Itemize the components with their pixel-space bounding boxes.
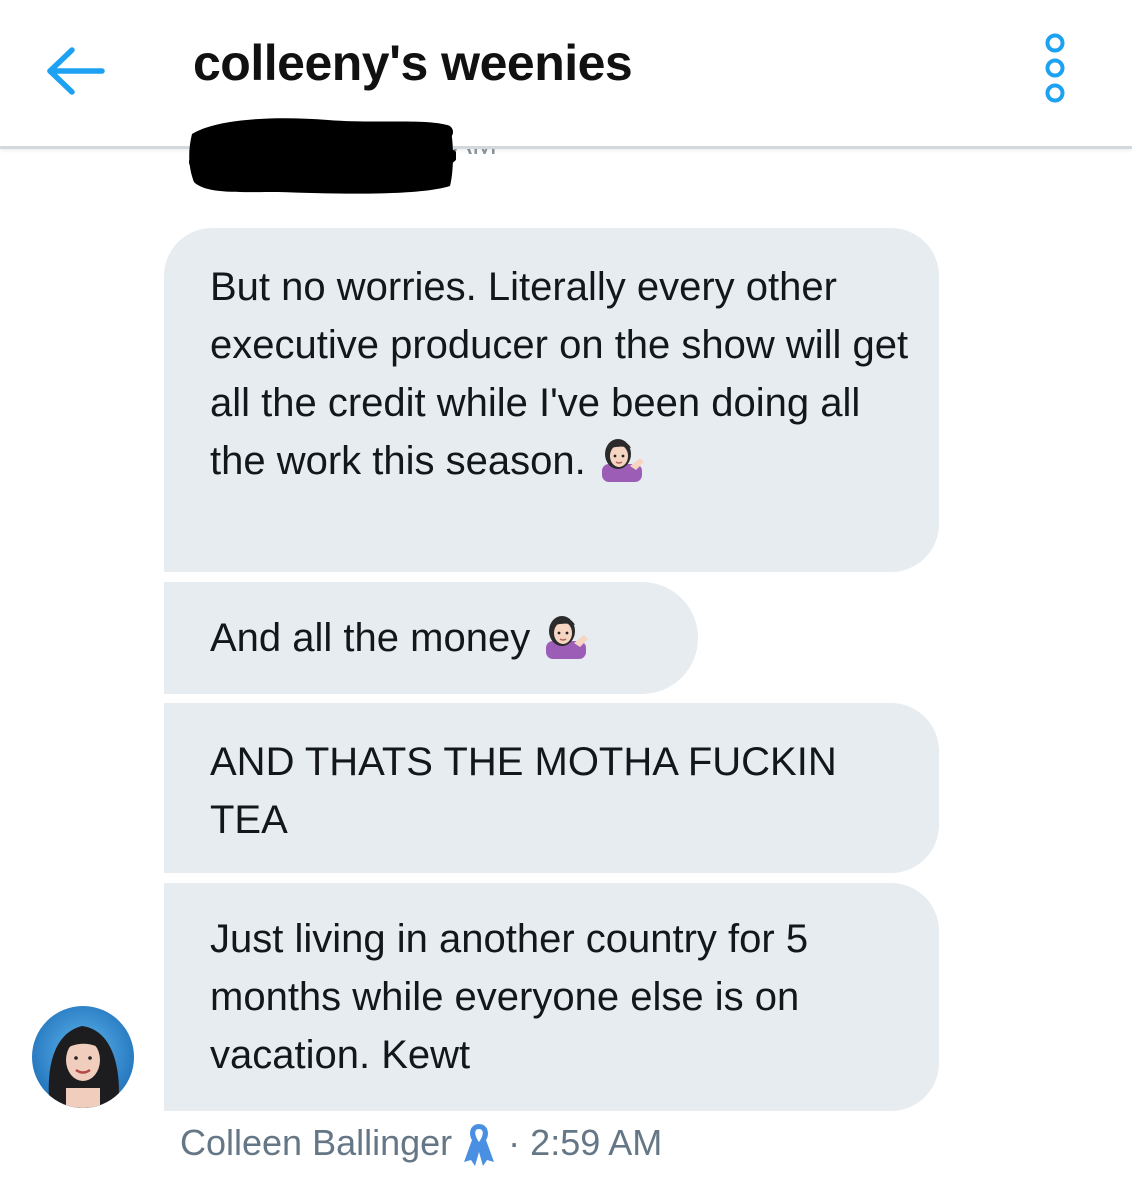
message-text: Just living in another country for 5 mon… — [210, 917, 809, 1077]
back-button[interactable] — [44, 46, 106, 96]
message-text: And all the money — [210, 616, 531, 660]
message-bubble[interactable]: Just living in another country for 5 mon… — [164, 883, 939, 1111]
arrow-left-icon — [47, 47, 105, 95]
message-text: But no worries. Literally every other ex… — [210, 265, 909, 483]
message-bubble[interactable]: And all the money — [164, 582, 698, 694]
conversation-header: colleeny's weenies — [0, 0, 1132, 149]
woman-tipping-hand-emoji — [546, 616, 589, 659]
more-options-button[interactable] — [1040, 32, 1070, 104]
message-text: AND THATS THE MOTHA FUCKIN TEA — [210, 740, 837, 842]
sender-avatar[interactable] — [32, 1006, 134, 1108]
redaction-scribble — [189, 118, 456, 194]
more-options-icon — [1045, 33, 1065, 103]
meta-separator: · — [508, 1122, 521, 1163]
sender-name[interactable]: Colleen Ballinger — [180, 1122, 452, 1164]
message-bubble[interactable]: But no worries. Literally every other ex… — [164, 228, 939, 572]
woman-tipping-hand-emoji — [601, 439, 644, 482]
message-time: 2:59 AM — [530, 1122, 663, 1163]
awareness-ribbon-icon — [464, 1124, 495, 1166]
conversation-title: colleeny's weenies — [193, 35, 633, 91]
message-meta: Colleen Ballinger · 2:59 AM — [180, 1120, 662, 1166]
avatar-image — [32, 1006, 134, 1108]
message-bubble[interactable]: AND THATS THE MOTHA FUCKIN TEA — [164, 703, 939, 873]
